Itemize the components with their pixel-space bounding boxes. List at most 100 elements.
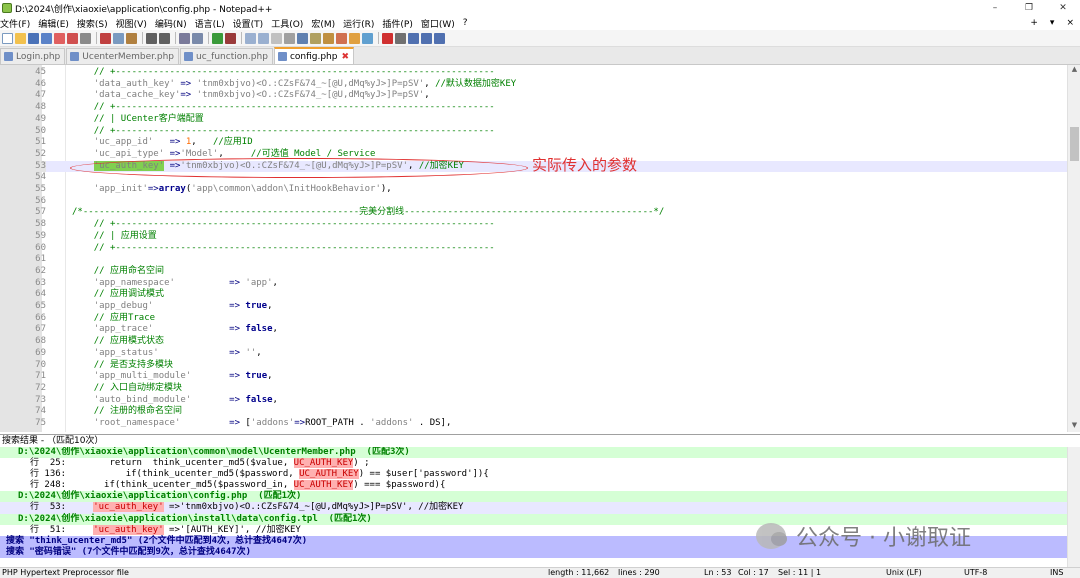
code-line[interactable]: 47 'data_cache_key'=> 'tnm0xbjvo)<O.:CZs… — [0, 90, 1067, 102]
status-bar: PHP Hypertext Preprocessor file length :… — [0, 567, 1080, 578]
menu-macro[interactable]: 宏(M) — [311, 17, 335, 30]
result-hit-row[interactable]: 行 25: return think_ucenter_md5($value, U… — [0, 458, 1067, 469]
menu-plugins[interactable]: 插件(P) — [382, 17, 412, 30]
menu-file[interactable]: 文件(F) — [0, 17, 30, 30]
code-line[interactable]: 61 — [0, 254, 1067, 266]
code-line[interactable]: 62 // 应用命名空间 — [0, 266, 1067, 278]
maximize-button[interactable]: ❐ — [1012, 0, 1046, 16]
code-line[interactable]: 74 // 注册的根命名空间 — [0, 406, 1067, 418]
close-file-icon[interactable] — [54, 32, 65, 44]
code-line[interactable]: 69 'app_status' => '', — [0, 348, 1067, 360]
result-file-row[interactable]: D:\2024\创作\xiaoxie\application\common\mo… — [0, 447, 1067, 459]
show-all-chars-icon[interactable] — [284, 32, 295, 44]
code-line[interactable]: 66 // 应用Trace — [0, 313, 1067, 325]
play-macro-icon[interactable] — [408, 32, 419, 44]
code-text: 'uc_app_id' => 1, //应用ID — [93, 137, 253, 148]
code-line[interactable]: 64 // 应用调试模式 — [0, 289, 1067, 301]
save-icon[interactable] — [28, 32, 39, 44]
code-line[interactable]: 51 'uc_app_id' => 1, //应用ID — [0, 137, 1067, 149]
record-macro-icon[interactable] — [382, 32, 393, 44]
code-line[interactable]: 73 'auto_bind_module' => false, — [0, 395, 1067, 407]
result-hit-row[interactable]: 行 53: 'uc_auth_key' =>'tnm0xbjvo)<O.:CZs… — [0, 502, 1067, 514]
monitoring-icon[interactable] — [362, 32, 373, 44]
results-scrollbar[interactable] — [1067, 447, 1080, 567]
scroll-up-icon[interactable]: ▲ — [1068, 65, 1080, 76]
close-all-icon[interactable] — [67, 32, 78, 44]
code-line[interactable]: 58 // +---------------------------------… — [0, 219, 1067, 231]
code-line[interactable]: 71 'app_multi_module' => true, — [0, 371, 1067, 383]
tab-uc-function-php[interactable]: uc_function.php — [180, 48, 273, 64]
result-file-row[interactable]: D:\2024\创作\xiaoxie\application\config.ph… — [0, 491, 1067, 503]
scrollbar-thumb[interactable] — [1070, 127, 1079, 161]
editor-scrollbar[interactable]: ▲ ▼ — [1067, 65, 1080, 432]
sync-vertical-icon[interactable] — [245, 32, 256, 44]
new-file-icon[interactable] — [2, 32, 13, 44]
close-tab-button[interactable]: × — [1066, 16, 1074, 30]
save-macro-icon[interactable] — [434, 32, 445, 44]
code-editor[interactable]: 45 // +---------------------------------… — [0, 65, 1067, 432]
cut-icon[interactable] — [100, 32, 111, 44]
minimize-button[interactable]: – — [978, 0, 1012, 16]
code-line[interactable]: 46 'data_auth_key' => 'tnm0xbjvo)<O.:CZs… — [0, 79, 1067, 91]
code-line[interactable]: 56 — [0, 196, 1067, 208]
tab-label: UcenterMember.php — [82, 51, 175, 62]
paste-icon[interactable] — [126, 32, 137, 44]
menu-encoding[interactable]: 编码(N) — [155, 17, 187, 30]
menu-view[interactable]: 视图(V) — [116, 17, 147, 30]
code-line[interactable]: 65 'app_debug' => true, — [0, 301, 1067, 313]
function-list-icon[interactable] — [336, 32, 347, 44]
tab-list-button[interactable]: ▾ — [1050, 16, 1055, 30]
new-tab-button[interactable]: + — [1030, 16, 1038, 30]
menu-tools[interactable]: 工具(O) — [271, 17, 303, 30]
menu-search[interactable]: 搜索(S) — [77, 17, 108, 30]
print-icon[interactable] — [80, 32, 91, 44]
tab-config-php[interactable]: config.php ✖ — [273, 47, 355, 64]
save-all-icon[interactable] — [41, 32, 52, 44]
tab-close-icon[interactable]: ✖ — [341, 52, 349, 62]
code-line[interactable]: 55 'app_init'=>array('app\common\addon\I… — [0, 184, 1067, 196]
code-line[interactable]: 57 /*------------------------------------… — [0, 207, 1067, 219]
code-line[interactable]: 48 // +---------------------------------… — [0, 102, 1067, 114]
menu-language[interactable]: 语言(L) — [195, 17, 225, 30]
menu-run[interactable]: 运行(R) — [343, 17, 374, 30]
close-button[interactable]: ✕ — [1046, 0, 1080, 16]
menu-help[interactable]: ? — [463, 18, 468, 28]
indent-guide-icon[interactable] — [297, 32, 308, 44]
run-macro-multiple-icon[interactable] — [421, 32, 432, 44]
redo-icon[interactable] — [159, 32, 170, 44]
code-line[interactable]: 49 // | UCenter客户端配置 — [0, 114, 1067, 126]
doc-map-icon[interactable] — [323, 32, 334, 44]
code-line[interactable]: 60 // +---------------------------------… — [0, 243, 1067, 255]
sync-horizontal-icon[interactable] — [258, 32, 269, 44]
code-line[interactable]: 72 // 入口自动绑定模块 — [0, 383, 1067, 395]
tab-login-php[interactable]: Login.php — [0, 48, 66, 64]
folder-workspace-icon[interactable] — [349, 32, 360, 44]
menu-settings[interactable]: 设置(T) — [233, 17, 264, 30]
result-hit-row[interactable]: 行 136: if(think_ucenter_md5($password, U… — [0, 469, 1067, 480]
code-line[interactable]: 45 // +---------------------------------… — [0, 67, 1067, 79]
code-line[interactable]: 50 // +---------------------------------… — [0, 126, 1067, 138]
word-wrap-icon[interactable] — [271, 32, 282, 44]
code-line[interactable]: 75 'root_namespace' => ['addons'=>ROOT_P… — [0, 418, 1067, 430]
tab-ucentermember-php[interactable]: UcenterMember.php — [66, 48, 180, 64]
udl-icon[interactable] — [310, 32, 321, 44]
zoom-in-icon[interactable] — [212, 32, 223, 44]
zoom-out-icon[interactable] — [225, 32, 236, 44]
result-hit-row[interactable]: 行 248: if(think_ucenter_md5($password_in… — [0, 480, 1067, 491]
undo-icon[interactable] — [146, 32, 157, 44]
code-line[interactable]: 67 'app_trace' => false, — [0, 324, 1067, 336]
copy-icon[interactable] — [113, 32, 124, 44]
code-line[interactable]: 63 'app_namespace' => 'app', — [0, 278, 1067, 290]
menu-edit[interactable]: 编辑(E) — [38, 17, 69, 30]
code-text: 'app_multi_module' => true, — [93, 371, 273, 382]
menu-window[interactable]: 窗口(W) — [421, 17, 455, 30]
replace-icon[interactable] — [192, 32, 203, 44]
open-file-icon[interactable] — [15, 32, 26, 44]
code-line[interactable]: 70 // 是否支持多模块 — [0, 360, 1067, 372]
scroll-down-icon[interactable]: ▼ — [1068, 421, 1080, 432]
find-icon[interactable] — [179, 32, 190, 44]
code-line[interactable]: 59 // | 应用设置 — [0, 231, 1067, 243]
code-line[interactable]: 68 // 应用模式状态 — [0, 336, 1067, 348]
line-number: 45 — [35, 67, 46, 77]
stop-macro-icon[interactable] — [395, 32, 406, 44]
